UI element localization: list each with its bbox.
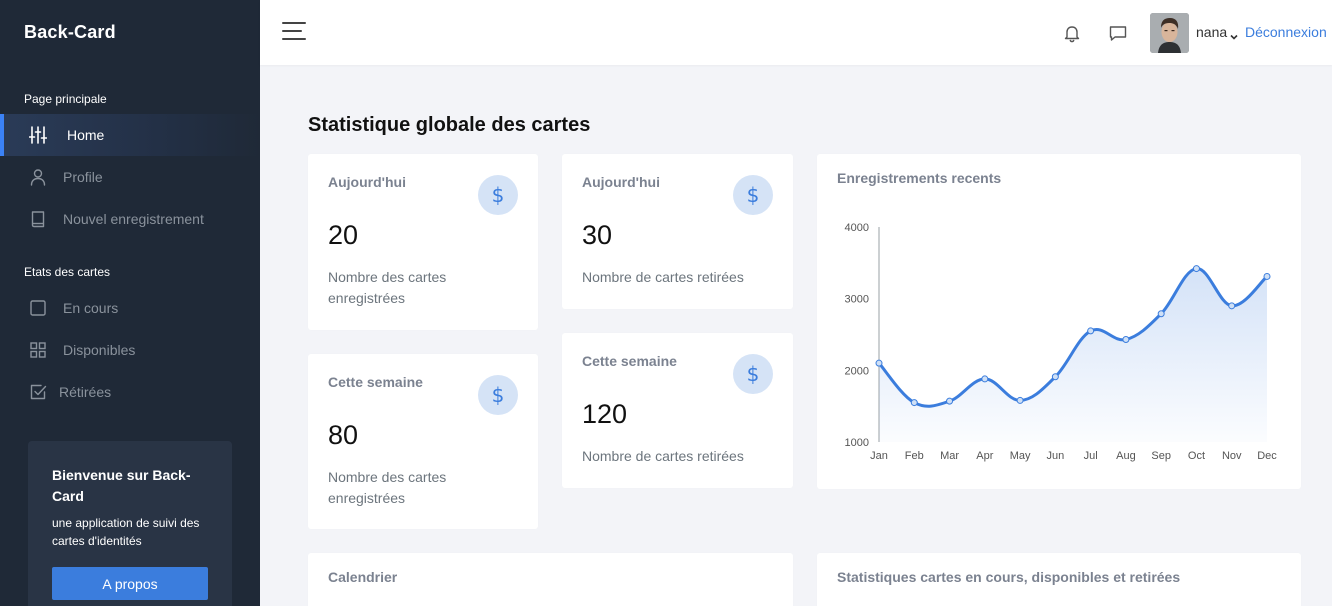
stat-card-title: Cette semaine — [582, 353, 677, 369]
avatar[interactable] — [1150, 13, 1189, 53]
sidebar-item-disponibles[interactable]: Disponibles — [0, 329, 260, 371]
stat-card-desc: Nombre de cartes retirées — [582, 269, 744, 285]
grid-icon — [28, 340, 48, 360]
sidebar-item-label: En cours — [63, 300, 119, 316]
user-icon — [28, 167, 48, 187]
data-point — [1157, 310, 1165, 318]
data-point — [946, 397, 954, 405]
section-label-main: Page principale — [24, 92, 107, 106]
check-square-icon — [28, 382, 48, 402]
dollar-icon: $ — [733, 354, 773, 394]
x-tick-label: Mar — [940, 450, 959, 462]
dollar-icon: $ — [733, 175, 773, 215]
stat-card-title: Aujourd'hui — [328, 174, 406, 190]
section-label-etats: Etats des cartes — [24, 265, 111, 279]
sidebar-item-label: Disponibles — [63, 342, 136, 358]
data-point — [1087, 327, 1095, 335]
x-tick-label: Jun — [1046, 450, 1064, 462]
stat-card-desc: Nombre de cartes retirées — [582, 448, 744, 464]
message-icon[interactable] — [1108, 23, 1128, 43]
data-point — [1228, 302, 1236, 310]
data-point — [1192, 265, 1200, 273]
stat-card-value: 20 — [328, 220, 359, 250]
sidebar-item-label: Home — [67, 127, 105, 143]
welcome-title: Bienvenue sur Back-Card — [52, 467, 191, 504]
square-icon — [28, 298, 48, 318]
user-menu[interactable]: nana — [1196, 24, 1227, 40]
x-tick-label: Oct — [1188, 450, 1205, 462]
dollar-icon: $ — [478, 175, 518, 215]
chart-card: Enregistrements recents 1000 2000 3000 4000… — [817, 154, 1301, 489]
x-tick-label: Feb — [905, 450, 924, 462]
x-tick-label: Jul — [1084, 450, 1098, 462]
stat-card: Cette semaine $ 120 Nombre de cartes ret… — [562, 333, 793, 488]
stat-card: Aujourd'hui $ 30 Nombre de cartes retiré… — [562, 154, 793, 309]
sidebar-item-nouvel-enregistrement[interactable]: Nouvel enregistrement — [0, 198, 260, 240]
y-tick-label: 3000 — [845, 294, 869, 306]
y-tick-label: 4000 — [845, 222, 869, 234]
x-tick-label: Apr — [976, 450, 993, 462]
logout-link[interactable]: Déconnexion — [1245, 24, 1327, 40]
x-tick-label: Dec — [1257, 450, 1277, 462]
bell-icon[interactable] — [1062, 23, 1082, 43]
dollar-icon: $ — [478, 375, 518, 415]
stat-card-title: Aujourd'hui — [582, 174, 660, 190]
page-title: Statistique globale des cartes — [308, 114, 591, 136]
x-tick-label: Sep — [1151, 450, 1171, 462]
sidebar-item-profile[interactable]: Profile — [0, 156, 260, 198]
series-area — [879, 268, 1267, 442]
sidebar-item-label: Nouvel enregistrement — [63, 211, 204, 227]
line-chart: 1000 2000 3000 4000 Jan Feb Mar Apr May Jun Jul Aug… — [845, 222, 1278, 462]
menu-toggle-icon[interactable] — [282, 22, 306, 42]
stat-card-desc: Nombre des cartes enregistrées — [328, 269, 447, 306]
status-stats-card: Statistiques cartes en cours, disponible… — [817, 553, 1301, 606]
sidebar-item-en-cours[interactable]: En cours — [0, 287, 260, 329]
stat-card-desc: Nombre des cartes enregistrées — [328, 469, 447, 506]
stat-card-title: Cette semaine — [328, 374, 423, 390]
calendar-card: Calendrier — [308, 553, 793, 606]
calendar-title: Calendrier — [328, 569, 398, 585]
stat-card-value: 30 — [582, 220, 613, 250]
sidebar-item-label: Profile — [63, 169, 103, 185]
data-point — [875, 359, 883, 367]
y-tick-label: 1000 — [845, 437, 869, 449]
data-point — [981, 375, 989, 383]
x-tick-label: May — [1010, 450, 1031, 462]
data-point — [910, 399, 918, 407]
stat-card-value: 80 — [328, 420, 359, 450]
stat-card: Aujourd'hui $ 20 Nombre des cartes enreg… — [308, 154, 538, 330]
stat-card-value: 120 — [582, 399, 628, 429]
welcome-panel: Bienvenue sur Back-Card une application … — [28, 441, 232, 606]
data-point — [1122, 336, 1130, 344]
data-point — [1263, 272, 1271, 280]
about-button[interactable]: A propos — [52, 567, 208, 600]
sidebar-item-retirees[interactable]: Rétirées — [0, 371, 260, 413]
sidebar-item-home[interactable]: Home — [0, 114, 260, 156]
data-point — [1051, 373, 1059, 381]
book-icon — [28, 209, 48, 229]
sidebar-item-label: Rétirées — [59, 384, 112, 400]
status-stats-title: Statistiques cartes en cours, disponible… — [837, 569, 1181, 585]
x-tick-label: Jan — [870, 450, 888, 462]
topbar: nana Déconnexion — [260, 0, 1332, 65]
welcome-text: une application de suivi des cartes d'id… — [52, 516, 200, 548]
y-tick-label: 2000 — [845, 365, 869, 377]
sidebar: Back-Card Page principale Home Profile N… — [0, 0, 260, 606]
sliders-icon — [28, 125, 48, 145]
chevron-down-icon[interactable] — [1230, 28, 1238, 40]
stat-card: Cette semaine $ 80 Nombre des cartes enr… — [308, 354, 538, 529]
brand-title[interactable]: Back-Card — [24, 22, 116, 43]
data-point — [1016, 396, 1024, 404]
x-tick-label: Aug — [1116, 450, 1136, 462]
x-tick-label: Nov — [1222, 450, 1242, 462]
